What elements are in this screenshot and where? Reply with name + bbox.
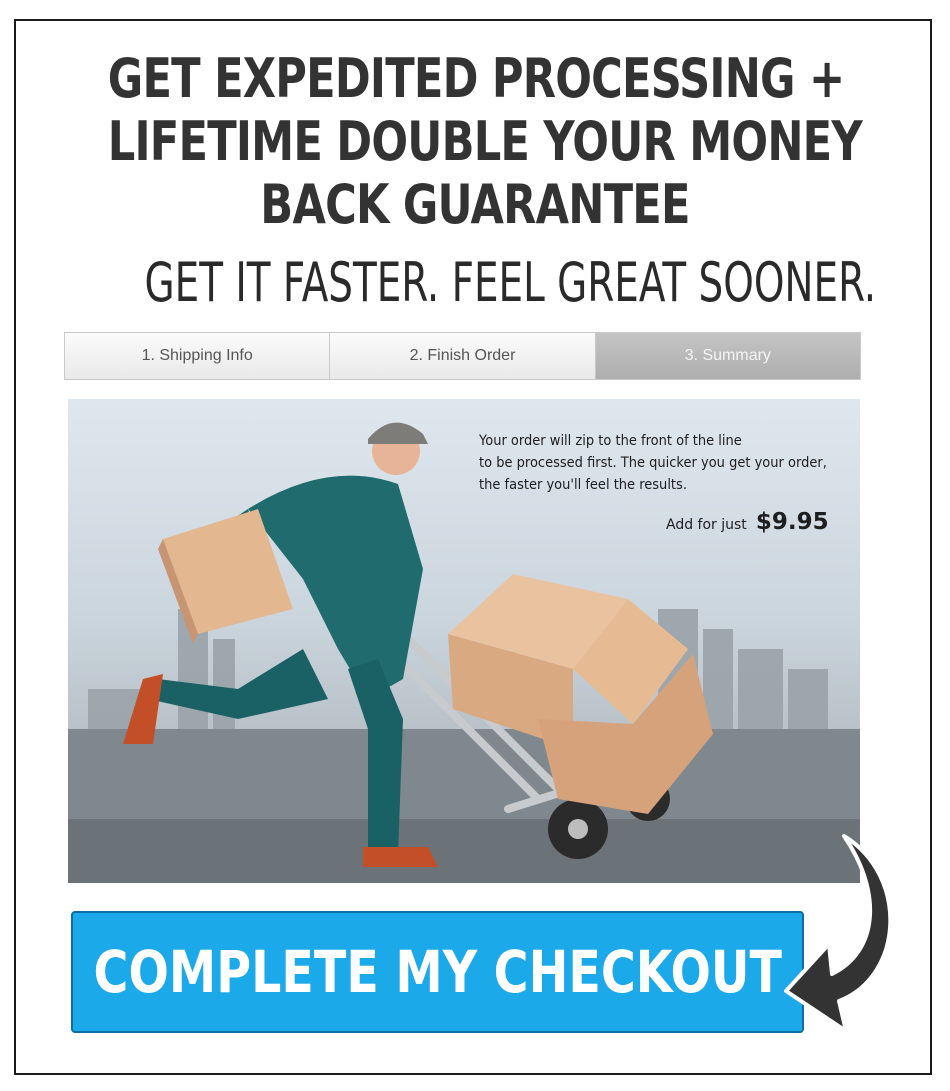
checkout-steps: 1. Shipping Info 2. Finish Order 3. Summ… <box>64 332 861 380</box>
price-prefix: Add for just <box>666 517 747 533</box>
complete-checkout-button[interactable]: COMPLETE MY CHECKOUT <box>71 911 804 1033</box>
offer-panel: GET EXPEDITED PROCESSING + LIFETIME DOUB… <box>14 19 932 1075</box>
curved-arrow-icon <box>784 834 893 1033</box>
step-shipping-info[interactable]: 1. Shipping Info <box>65 333 331 379</box>
headline-line-1: GET EXPEDITED PROCESSING + <box>107 47 845 110</box>
offer-line-2: to be processed first. The quicker you g… <box>479 455 827 471</box>
headline-line-2: LIFETIME DOUBLE YOUR MONEY <box>107 110 863 173</box>
step-summary[interactable]: 3. Summary <box>595 333 860 379</box>
offer-line-1: Your order will zip to the front of the … <box>479 433 742 449</box>
offer-description: Your order will zip to the front of the … <box>479 430 839 496</box>
headline-line-3: BACK GUARANTEE <box>260 173 690 236</box>
delivery-man-hand-truck-image: Your order will zip to the front of the … <box>68 399 860 883</box>
subheadline: GET IT FASTER. FEEL GREAT SOONER. <box>144 251 877 314</box>
step-finish-order[interactable]: 2. Finish Order <box>330 333 596 379</box>
price-line: Add for just $9.95 <box>666 509 829 535</box>
offer-line-3: the faster you'll feel the results. <box>479 477 687 493</box>
headline: GET EXPEDITED PROCESSING + LIFETIME DOUB… <box>107 47 863 236</box>
complete-checkout-label: COMPLETE MY CHECKOUT <box>93 938 782 1006</box>
price-amount: $9.95 <box>755 509 829 535</box>
